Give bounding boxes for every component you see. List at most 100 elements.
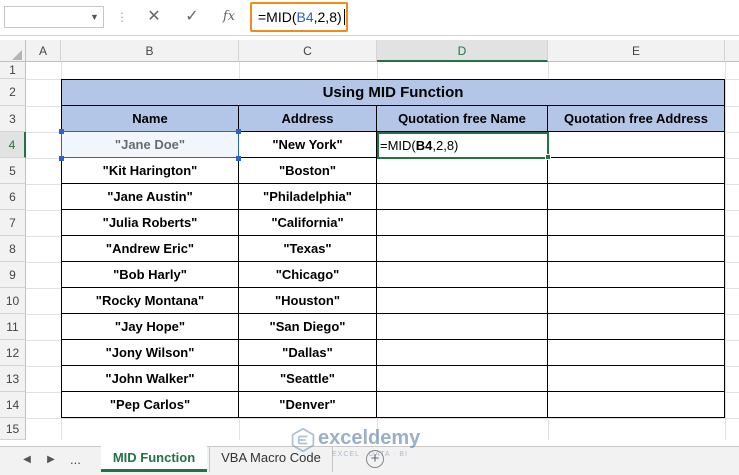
cancel-icon[interactable]: ✕ bbox=[142, 6, 166, 28]
ref-handle[interactable] bbox=[59, 129, 64, 134]
cell-qf-name[interactable] bbox=[377, 236, 548, 262]
formula-bar bbox=[0, 0, 739, 36]
cell-name[interactable]: "Julia Roberts" bbox=[61, 210, 239, 236]
edit-prefix: =MID( bbox=[380, 138, 416, 153]
cell-address[interactable]: "San Diego" bbox=[239, 314, 377, 340]
table-title[interactable]: Using MID Function bbox=[61, 79, 725, 106]
fill-handle[interactable] bbox=[545, 154, 551, 160]
row-header-12[interactable]: 12 bbox=[0, 340, 26, 366]
cell-address[interactable]: "Seattle" bbox=[239, 366, 377, 392]
cell-address[interactable]: "New York" bbox=[239, 132, 377, 158]
cell-qf-name[interactable] bbox=[377, 340, 548, 366]
header-address[interactable]: Address bbox=[239, 106, 377, 132]
cell-name[interactable]: "Bob Harly" bbox=[61, 262, 239, 288]
cell-name[interactable]: "Rocky Montana" bbox=[61, 288, 239, 314]
insert-function-icon[interactable]: fx bbox=[217, 6, 241, 28]
formula-input[interactable]: =MID(B4,2,8) bbox=[250, 2, 348, 32]
cell-qf-address[interactable] bbox=[548, 132, 725, 158]
cell-qf-address[interactable] bbox=[548, 314, 725, 340]
gridline bbox=[26, 418, 739, 419]
row-header-4[interactable]: 4 bbox=[0, 132, 26, 158]
cell-address[interactable]: "Houston" bbox=[239, 288, 377, 314]
referenced-cell-b4 bbox=[61, 131, 239, 158]
text-cursor bbox=[343, 9, 345, 25]
cell-name[interactable]: "Jane Austin" bbox=[61, 184, 239, 210]
cell-qf-address[interactable] bbox=[548, 340, 725, 366]
cell-address[interactable]: "Chicago" bbox=[239, 262, 377, 288]
formula-suffix: ,2,8) bbox=[313, 9, 342, 25]
name-box[interactable] bbox=[4, 6, 104, 28]
cell-qf-address[interactable] bbox=[548, 184, 725, 210]
row-header-8[interactable]: 8 bbox=[0, 236, 26, 262]
formula-prefix: =MID( bbox=[258, 9, 297, 25]
formula-reference: B4 bbox=[296, 9, 314, 25]
cell-name[interactable]: "Jony Wilson" bbox=[61, 340, 239, 366]
row-header-1[interactable]: 1 bbox=[0, 62, 26, 79]
header-name[interactable]: Name bbox=[61, 106, 239, 132]
prev-sheet-icon[interactable]: ◀ bbox=[18, 451, 36, 469]
column-header-e[interactable]: E bbox=[548, 40, 725, 62]
cell-qf-address[interactable] bbox=[548, 158, 725, 184]
row-header-5[interactable]: 5 bbox=[0, 158, 26, 184]
row-header-2[interactable]: 2 bbox=[0, 79, 26, 106]
cell-name[interactable]: "Jay Hope" bbox=[61, 314, 239, 340]
header-quotation-free-address[interactable]: Quotation free Address bbox=[548, 106, 725, 132]
name-box-dropdown-icon[interactable]: ▼ bbox=[90, 6, 99, 28]
cell-qf-name[interactable] bbox=[377, 184, 548, 210]
cell-address[interactable]: "Denver" bbox=[239, 392, 377, 418]
cell-qf-address[interactable] bbox=[548, 288, 725, 314]
cell-name[interactable]: "Pep Carlos" bbox=[61, 392, 239, 418]
edit-reference: B4 bbox=[415, 138, 433, 153]
row-header-13[interactable]: 13 bbox=[0, 366, 26, 392]
column-header-d[interactable]: D bbox=[377, 40, 548, 62]
cell-qf-name[interactable] bbox=[377, 288, 548, 314]
cell-address[interactable]: "Philadelphia" bbox=[239, 184, 377, 210]
cell-qf-name[interactable] bbox=[377, 366, 548, 392]
next-sheet-icon[interactable]: ▶ bbox=[42, 451, 60, 469]
cell-name[interactable]: "John Walker" bbox=[61, 366, 239, 392]
cell-qf-name[interactable] bbox=[377, 392, 548, 418]
column-header-c[interactable]: C bbox=[239, 40, 377, 62]
cell-qf-name[interactable] bbox=[377, 262, 548, 288]
cell-address[interactable]: "Dallas" bbox=[239, 340, 377, 366]
ref-handle[interactable] bbox=[236, 156, 241, 161]
cell-edit-text[interactable]: =MID(B4,2,8) bbox=[380, 135, 458, 156]
column-header-f[interactable] bbox=[725, 40, 739, 62]
row-header-14[interactable]: 14 bbox=[0, 392, 26, 418]
row-header-6[interactable]: 6 bbox=[0, 184, 26, 210]
row-header-3[interactable]: 3 bbox=[0, 106, 26, 132]
cell-address[interactable]: "California" bbox=[239, 210, 377, 236]
row-header-10[interactable]: 10 bbox=[0, 288, 26, 314]
plus-circle-icon[interactable]: + bbox=[366, 450, 384, 468]
row-header-11[interactable]: 11 bbox=[0, 314, 26, 340]
tab-mid-function[interactable]: MID Function bbox=[101, 446, 207, 472]
cell-name[interactable]: "Andrew Eric" bbox=[61, 236, 239, 262]
cell-name[interactable]: "Kit Harington" bbox=[61, 158, 239, 184]
cell-address[interactable]: "Texas" bbox=[239, 236, 377, 262]
header-quotation-free-name[interactable]: Quotation free Name bbox=[377, 106, 548, 132]
cell-qf-address[interactable] bbox=[548, 262, 725, 288]
watermark-brand: exceldemy bbox=[318, 427, 421, 449]
row-header-7[interactable]: 7 bbox=[0, 210, 26, 236]
column-header-a[interactable]: A bbox=[26, 40, 61, 62]
cell-qf-name[interactable] bbox=[377, 210, 548, 236]
row-header-15[interactable]: 15 bbox=[0, 418, 26, 440]
cell-address[interactable]: "Boston" bbox=[239, 158, 377, 184]
select-all-triangle-icon bbox=[12, 50, 22, 60]
formula-bar-splitter-icon[interactable]: ⋮ bbox=[116, 10, 128, 24]
ref-handle[interactable] bbox=[59, 156, 64, 161]
exceldemy-logo-icon bbox=[291, 427, 315, 453]
cell-qf-name[interactable] bbox=[377, 314, 548, 340]
edit-suffix: ,2,8) bbox=[432, 138, 459, 153]
column-header-b[interactable]: B bbox=[61, 40, 239, 62]
cell-qf-address[interactable] bbox=[548, 366, 725, 392]
checkmark-icon[interactable]: ✓ bbox=[180, 6, 204, 28]
cell-qf-address[interactable] bbox=[548, 210, 725, 236]
cell-qf-address[interactable] bbox=[548, 236, 725, 262]
cell-qf-name[interactable] bbox=[377, 158, 548, 184]
ref-handle[interactable] bbox=[236, 129, 241, 134]
gridline bbox=[725, 62, 726, 440]
cell-qf-address[interactable] bbox=[548, 392, 725, 418]
row-header-9[interactable]: 9 bbox=[0, 262, 26, 288]
more-sheets[interactable]: ... bbox=[70, 450, 81, 470]
